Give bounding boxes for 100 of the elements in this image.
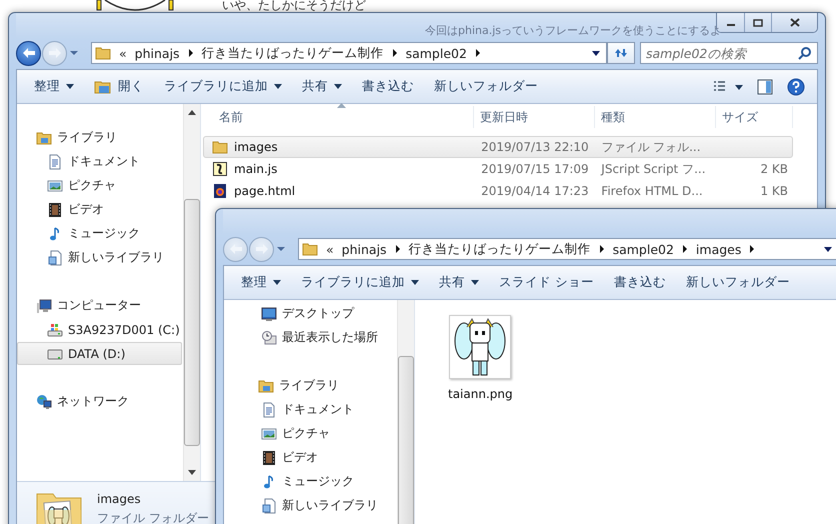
picture-icon [261, 426, 277, 442]
folder-icon [95, 45, 111, 61]
caret-icon [70, 50, 78, 56]
restore-icon [753, 18, 763, 26]
breadcrumb-item[interactable]: sample02 [406, 46, 467, 60]
film-icon [47, 202, 63, 218]
caret-icon [471, 280, 479, 285]
toolbar-button[interactable]: 整理 [25, 74, 83, 99]
nav-item[interactable]: ビデオ [224, 446, 396, 469]
caret-icon [273, 280, 281, 285]
right-arrow-icon [48, 47, 62, 59]
nav-item[interactable]: ピクチャ [17, 174, 182, 197]
breadcrumb-item[interactable]: images [696, 242, 742, 256]
nav-item[interactable]: デスクトップ [224, 302, 396, 325]
left-arrow-icon [228, 243, 242, 255]
overflow-chevron[interactable]: « [326, 242, 334, 256]
folder-icon [302, 241, 318, 257]
file-type: Firefox HTML D... [601, 184, 703, 198]
breadcrumb-item[interactable]: phinajs [134, 46, 180, 60]
nav-item[interactable]: ドキュメント [17, 150, 182, 173]
computer-icon [36, 298, 52, 314]
nav-item[interactable]: S3A9237D001 (C:) [17, 318, 182, 341]
nav-item[interactable]: ドキュメント [224, 398, 396, 421]
nav-item[interactable]: ミュージック [17, 222, 182, 245]
nav-item[interactable]: ライブラリ [224, 374, 396, 397]
document-icon [47, 154, 63, 170]
folder-icon [212, 139, 228, 155]
column-header[interactable]: 更新日時 [474, 106, 595, 128]
search-field[interactable]: sample02の検索 [640, 42, 818, 64]
browser-file-icon [212, 183, 228, 199]
toolbar-button[interactable]: ライブラリに追加 [292, 270, 428, 295]
toolbar-button[interactable]: 新しいフォルダー [676, 270, 799, 295]
minimize-button[interactable] [717, 13, 744, 32]
file-name: main.js [212, 161, 278, 177]
chevron-right-icon [188, 49, 194, 57]
address-bar[interactable]: « phinajs 行き当たりばったりゲーム制作 sample02 images [298, 238, 836, 260]
file-type: JScript Script フ... [601, 160, 706, 178]
file-size: 2 KB [760, 162, 788, 176]
toolbar-button[interactable]: 整理 [232, 270, 290, 295]
background-text: 今回はphina.jsっていうフレームワークを使うことにするよ [425, 24, 722, 37]
toolbar-button[interactable]: ライブラリに追加 [155, 74, 291, 99]
chevron-right-icon [749, 245, 756, 253]
column-header[interactable]: サイズ [716, 106, 793, 128]
scrollbar[interactable] [183, 104, 200, 481]
toolbar-button[interactable]: 書き込む [604, 270, 675, 295]
nav-item[interactable]: コンピューター [17, 294, 182, 317]
drive-icon [47, 322, 63, 338]
nav-item[interactable]: ライブラリ [17, 126, 182, 149]
file-row[interactable]: main.js 2019/07/15 17:09 JScript Script フ... 2 KB [203, 158, 793, 180]
breadcrumb-item[interactable]: 行き当たりばったりゲーム制作 [408, 240, 591, 258]
modified-date: 2019/07/13 22:10 [481, 140, 589, 154]
chevron-right-icon [682, 245, 688, 253]
nav-item[interactable]: 新しいライブラリ [224, 494, 396, 517]
address-bar[interactable]: « phinajs 行き当たりばったりゲーム制作 sample02 [91, 42, 607, 64]
nav-item[interactable]: 最近表示した場所 [224, 326, 396, 349]
library-icon [261, 498, 277, 514]
nav-item[interactable]: ビデオ [17, 198, 182, 221]
nav-item[interactable]: ピクチャ [224, 422, 396, 445]
file-type: ファイル フォル... [601, 138, 701, 156]
close-button[interactable] [771, 13, 817, 32]
refresh-icon [613, 46, 629, 60]
toolbar-button[interactable]: 共有 [293, 74, 351, 99]
refresh-button[interactable] [607, 42, 635, 64]
chevron-right-icon [392, 49, 398, 57]
column-header[interactable]: 種類 [595, 106, 716, 128]
toolbar-button[interactable]: 共有 [430, 270, 488, 295]
file-tile[interactable]: taiann.png [443, 312, 518, 404]
picture-icon [47, 178, 63, 194]
nav-item[interactable]: 新しいライブラリ [17, 246, 182, 269]
maximize-button[interactable] [744, 13, 771, 32]
file-row[interactable]: images 2019/07/13 22:10 ファイル フォル... [203, 136, 793, 158]
overflow-chevron[interactable]: « [119, 46, 127, 60]
character-thumbnail-drawing [449, 315, 512, 379]
toolbar-button[interactable]: スライド ショー [490, 270, 603, 295]
file-row[interactable]: page.html 2019/04/14 17:23 Firefox HTML D... 1 KB [203, 180, 793, 202]
back-button[interactable] [16, 40, 41, 66]
script-file-icon [212, 161, 228, 177]
breadcrumb-item[interactable]: 行き当たりばったりゲーム制作 [202, 44, 384, 62]
caret-icon [277, 246, 285, 252]
column-header[interactable]: 名前 [201, 106, 474, 128]
nav-item[interactable]: DATA (D:) [17, 342, 182, 365]
film-icon [261, 450, 277, 466]
nav-item[interactable]: ミュージック [224, 470, 396, 493]
nav-item[interactable]: ネットワーク [17, 390, 182, 413]
file-size: 1 KB [760, 184, 788, 198]
breadcrumb-item[interactable]: phinajs [342, 242, 387, 256]
toolbar-button[interactable]: 書き込む [353, 74, 423, 99]
modified-date: 2019/04/14 17:23 [481, 184, 589, 198]
toolbar-button[interactable]: 開く [85, 74, 153, 99]
library-icon [47, 250, 63, 266]
scrollbar[interactable] [397, 300, 414, 524]
left-arrow-icon [22, 47, 36, 59]
caret-icon [592, 50, 600, 56]
right-arrow-icon [254, 243, 268, 255]
library-folder-icon [36, 130, 52, 146]
file-name: taiann.png [448, 387, 513, 401]
breadcrumb-item[interactable]: sample02 [612, 242, 674, 256]
close-icon [790, 18, 800, 27]
open-folder-icon [94, 78, 112, 94]
toolbar-button[interactable]: 新しいフォルダー [425, 74, 547, 99]
